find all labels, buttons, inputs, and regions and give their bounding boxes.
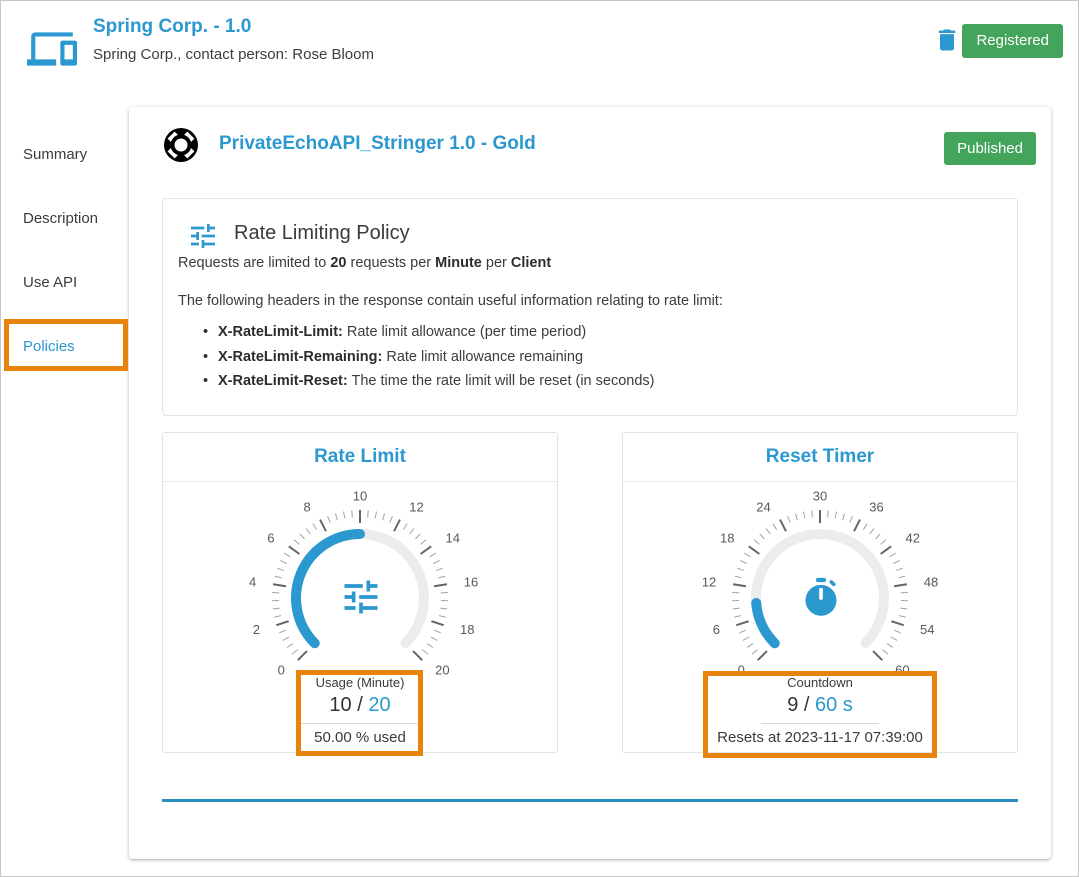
svg-text:24: 24 [756, 500, 770, 515]
application-title: Spring Corp. - 1.0 [93, 16, 251, 38]
rate-limiting-policy-panel: Rate Limiting Policy Requests are limite… [162, 198, 1018, 416]
svg-text:12: 12 [409, 500, 423, 515]
divider [301, 723, 419, 724]
reset-timer-gauge-card: Reset Timer 0 6 12 18 24 30 36 42 48 54 60 Countdo… [622, 432, 1018, 753]
list-item: X-RateLimit-Limit: Rate limit allowance … [218, 320, 654, 345]
svg-text:20: 20 [435, 663, 449, 676]
svg-text:54: 54 [920, 622, 934, 637]
svg-text:18: 18 [460, 622, 474, 637]
svg-text:12: 12 [702, 575, 716, 590]
delete-application-button[interactable] [932, 26, 962, 56]
svg-text:14: 14 [446, 531, 460, 546]
lifebuoy-icon [161, 125, 201, 165]
svg-text:6: 6 [713, 622, 720, 637]
sidebar-item-use-api[interactable]: Use API [1, 270, 127, 296]
svg-text:36: 36 [869, 500, 883, 515]
trash-icon [933, 26, 961, 54]
stat-footer: 50.00 % used [163, 729, 557, 746]
gauge-card-title: Rate Limit [163, 433, 557, 482]
svg-text:0: 0 [738, 663, 745, 676]
stat-label: Countdown [623, 675, 1017, 690]
list-item: X-RateLimit-Remaining: Rate limit allowa… [218, 345, 654, 370]
rate-limit-stats: Usage (Minute) 10 / 20 50.00 % used [163, 675, 557, 746]
stat-value: 10 / 20 [163, 694, 557, 717]
svg-text:2: 2 [253, 622, 260, 637]
status-badge-registered: Registered [962, 24, 1063, 58]
policy-panel-title: Rate Limiting Policy [234, 222, 410, 245]
application-policies-page: Spring Corp. - 1.0 Spring Corp., contact… [0, 0, 1079, 877]
headers-intro: The following headers in the response co… [178, 293, 723, 309]
stat-footer: Resets at 2023-11-17 07:39:00 [623, 729, 1017, 746]
timer-icon [801, 577, 841, 617]
stat-value: 9 / 60 s [623, 694, 1017, 717]
section-divider [162, 799, 1018, 802]
api-title: PrivateEchoAPI_Stringer 1.0 - Gold [219, 133, 536, 155]
gauge-card-title: Reset Timer [623, 433, 1017, 482]
devices-icon [27, 28, 77, 70]
sidebar-item-summary[interactable]: Summary [1, 142, 127, 168]
svg-text:0: 0 [278, 663, 285, 676]
rate-limit-gauge-card: Rate Limit 0 2 4 6 8 10 12 14 16 18 20 Usage (Minu… [162, 432, 558, 753]
status-badge-published: Published [944, 132, 1036, 165]
svg-text:8: 8 [303, 500, 310, 515]
svg-text:4: 4 [249, 575, 256, 590]
reset-timer-stats: Countdown 9 / 60 s Resets at 2023-11-17 … [623, 675, 1017, 746]
svg-text:60: 60 [895, 663, 909, 676]
svg-text:16: 16 [464, 575, 478, 590]
stat-label: Usage (Minute) [163, 675, 557, 690]
rate-limit-headers-list: X-RateLimit-Limit: Rate limit allowance … [218, 320, 654, 394]
tune-icon [187, 220, 219, 252]
svg-text:10: 10 [353, 489, 367, 504]
svg-text:42: 42 [906, 531, 920, 546]
application-subtitle: Spring Corp., contact person: Rose Bloom [93, 46, 374, 63]
divider [761, 723, 879, 724]
svg-text:48: 48 [924, 575, 938, 590]
list-item: X-RateLimit-Reset: The time the rate lim… [218, 369, 654, 394]
svg-text:18: 18 [720, 531, 734, 546]
sidebar-item-policies[interactable]: Policies [1, 334, 127, 360]
svg-text:6: 6 [267, 531, 274, 546]
rate-limit-sentence: Requests are limited to 20 requests per … [178, 255, 551, 271]
svg-text:30: 30 [813, 489, 827, 504]
sidebar-item-description[interactable]: Description [1, 206, 127, 232]
main-card: PrivateEchoAPI_Stringer 1.0 - Gold Publi… [129, 107, 1051, 859]
tune-icon [339, 575, 383, 619]
